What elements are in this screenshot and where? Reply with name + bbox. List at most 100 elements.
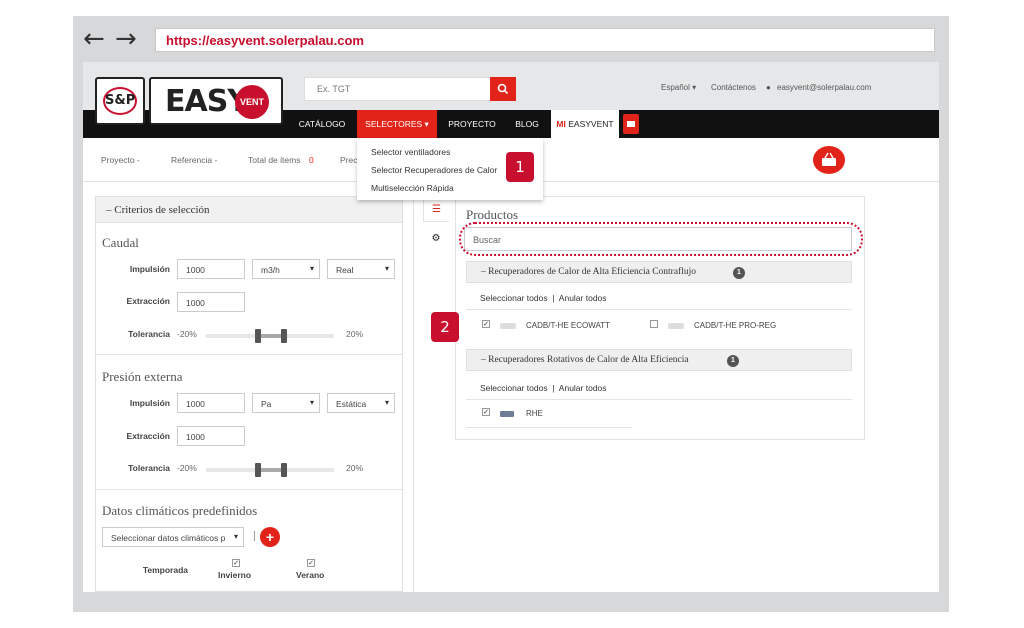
- group-links-rotativos: Seleccionar todos | Anular todos: [480, 383, 607, 393]
- criteria-header[interactable]: – Criterios de selección: [96, 197, 402, 223]
- product-name-ecowatt[interactable]: CADB/T-HE ECOWATT: [526, 321, 610, 330]
- product-thumbnail: [500, 323, 516, 329]
- clima-title: Datos climáticos predefinidos: [102, 503, 258, 518]
- vent-logo-badge: VENT: [235, 85, 269, 119]
- search-icon: [497, 83, 509, 95]
- clear-all-link[interactable]: Anular todos: [559, 383, 607, 393]
- presion-tolerancia-label: Tolerancia: [128, 463, 170, 473]
- presion-title: Presión externa: [102, 369, 183, 384]
- user-email[interactable]: easyvent@solerpalau.com: [777, 83, 871, 92]
- caudal-mode-select[interactable]: Real: [327, 259, 395, 279]
- column-divider: [413, 196, 414, 592]
- callout-1: 1: [506, 152, 534, 182]
- group-title-contraflujo: Recuperadores de Calor de Alta Eficienci…: [488, 267, 696, 277]
- dropdown-item-ventiladores[interactable]: Selector ventiladores: [371, 147, 450, 157]
- cart-button[interactable]: [813, 146, 845, 174]
- language-selector[interactable]: Español ▾: [661, 83, 696, 92]
- cart-icon: [627, 121, 635, 127]
- web-page: S&P EASY VENT Ex. TGT Español ▾ Contácte…: [83, 62, 939, 592]
- caudal-impulsion-input[interactable]: 1000: [177, 259, 245, 279]
- browser-toolbar: ← → https://easyvent.solerpalau.com: [73, 16, 949, 62]
- caudal-extraccion-input[interactable]: 1000: [177, 292, 245, 312]
- caudal-tol-max: 20%: [346, 329, 364, 339]
- presion-impulsion-label: Impulsión: [129, 398, 170, 408]
- caudal-extraccion-label: Extracción: [126, 296, 170, 306]
- settings-gear-icon[interactable]: ⚙: [423, 226, 449, 252]
- clima-select[interactable]: Seleccionar datos climáticos p: [102, 527, 244, 547]
- item-divider: [466, 427, 632, 428]
- caudal-slider-min-handle[interactable]: [255, 329, 261, 343]
- product-checkbox-ecowatt[interactable]: ✓: [482, 320, 490, 328]
- group-count-badge: 1: [733, 267, 745, 279]
- nav-mi-label: EASYVENT: [568, 119, 614, 129]
- dropdown-item-multiseleccion[interactable]: Multiselección Rápida: [371, 183, 454, 193]
- project-info: Proyecto -: [101, 155, 140, 165]
- select-all-link[interactable]: Seleccionar todos: [480, 293, 548, 303]
- section-divider: [96, 489, 402, 490]
- presion-slider-max-handle[interactable]: [281, 463, 287, 477]
- presion-impulsion-input[interactable]: 1000: [177, 393, 245, 413]
- group-divider: [466, 399, 852, 400]
- search-button[interactable]: [490, 77, 516, 101]
- collapse-icon: –: [106, 204, 115, 216]
- presion-extraccion-input[interactable]: 1000: [177, 426, 245, 446]
- group-title-wrap: – Recuperadores Rotativos de Calor de Al…: [481, 355, 689, 365]
- products-title: Productos: [466, 207, 518, 222]
- presion-tol-min: -20%: [177, 463, 197, 473]
- presion-extraccion-label: Extracción: [126, 431, 170, 441]
- forward-arrow-icon[interactable]: →: [115, 26, 137, 52]
- criteria-panel: – Criterios de selección Caudal Impulsió…: [95, 196, 403, 592]
- caudal-slider-max-handle[interactable]: [281, 329, 287, 343]
- presion-mode-select[interactable]: Estática: [327, 393, 395, 413]
- group-header-rotativos[interactable]: – Recuperadores Rotativos de Calor de Al…: [466, 349, 852, 371]
- address-bar[interactable]: https://easyvent.solerpalau.com: [155, 28, 935, 52]
- invierno-checkbox[interactable]: ✓: [232, 559, 240, 567]
- nav-selectores[interactable]: SELECTORES ▾: [357, 110, 437, 138]
- link-separator: |: [552, 293, 555, 303]
- group-count-badge: 1: [727, 355, 739, 367]
- back-arrow-icon[interactable]: ←: [83, 26, 105, 52]
- add-climate-button[interactable]: +: [260, 527, 280, 547]
- caudal-title: Caudal: [102, 235, 139, 250]
- easyvent-logo[interactable]: EASY VENT: [149, 77, 283, 125]
- nav-catalogo[interactable]: CATÁLOGO: [293, 110, 351, 138]
- nav-mi-prefix: MI: [556, 119, 566, 129]
- sp-logo[interactable]: S&P: [95, 77, 145, 125]
- nav-proyecto[interactable]: PROYECTO: [443, 110, 501, 138]
- criteria-title: Criterios de selección: [114, 204, 210, 216]
- group-header-contraflujo[interactable]: – Recuperadores de Calor de Alta Eficien…: [466, 261, 852, 283]
- site-search-input[interactable]: Ex. TGT: [304, 77, 492, 101]
- product-checkbox-rhe[interactable]: ✓: [482, 408, 490, 416]
- clear-all-link[interactable]: Anular todos: [559, 293, 607, 303]
- total-items-label: Total de items: [248, 155, 301, 165]
- basket-icon: [822, 152, 836, 166]
- contact-link[interactable]: Contáctenos: [711, 83, 756, 92]
- product-name-proreg[interactable]: CADB/T-HE PRO-REG: [694, 321, 776, 330]
- presion-unit-select[interactable]: Pa: [252, 393, 320, 413]
- products-search-input[interactable]: Buscar: [464, 227, 852, 251]
- invierno-label: Invierno: [218, 570, 252, 580]
- select-all-link[interactable]: Seleccionar todos: [480, 383, 548, 393]
- nav-blog[interactable]: BLOG: [507, 110, 547, 138]
- product-checkbox-proreg[interactable]: [650, 320, 658, 328]
- url-text: https://easyvent.solerpalau.com: [166, 33, 364, 48]
- dropdown-item-recuperadores[interactable]: Selector Recuperadores de Calor: [371, 165, 497, 175]
- callout-2: 2: [431, 312, 459, 342]
- presion-slider-min-handle[interactable]: [255, 463, 261, 477]
- user-icon: ●: [766, 83, 771, 92]
- product-thumbnail: [668, 323, 684, 329]
- caudal-impulsion-label: Impulsión: [129, 264, 170, 274]
- verano-checkbox[interactable]: ✓: [307, 559, 315, 567]
- vertical-separator: [254, 531, 255, 541]
- link-separator: |: [552, 383, 555, 393]
- nav-mi-easyvent[interactable]: MI EASYVENT: [551, 110, 619, 138]
- group-links-contraflujo: Seleccionar todos | Anular todos: [480, 293, 607, 303]
- reference-info: Referencia -: [171, 155, 218, 165]
- verano-label: Verano: [296, 570, 325, 580]
- presion-tol-max: 20%: [346, 463, 364, 473]
- product-name-rhe[interactable]: RHE: [526, 409, 543, 418]
- caudal-unit-select[interactable]: m3/h: [252, 259, 320, 279]
- search-placeholder: Ex. TGT: [317, 84, 351, 94]
- nav-cart-button[interactable]: [623, 114, 639, 134]
- temporada-label: Temporada: [142, 565, 188, 575]
